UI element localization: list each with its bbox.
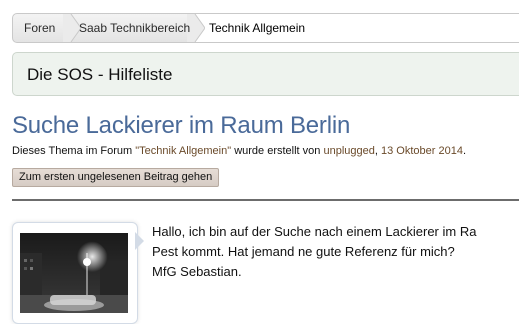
avatar-pointer [135,232,144,250]
post-line: Hallo, ich bin auf der Suche nach einem … [152,224,477,239]
thread-title: Suche Lackierer im Raum Berlin [12,112,351,139]
author-link[interactable]: unplugged [323,145,374,157]
avatar[interactable] [20,233,128,313]
breadcrumb-item-saab-technikbereich[interactable]: Saab Technikbereich [79,14,190,42]
post-line: Pest kommt. Hat jemand ne gute Referenz … [152,244,455,259]
section-title-box: Die SOS - Hilfeliste [12,52,519,96]
section-title: Die SOS - Hilfeliste [27,65,173,84]
first-unread-button[interactable]: Zum ersten ungelesenen Beitrag gehen [12,168,220,187]
thread-meta: Dieses Thema im Forum "Technik Allgemein… [12,145,466,157]
divider [12,199,519,201]
forum-link[interactable]: "Technik Allgemein" [135,145,231,157]
avatar-photo [20,233,128,313]
post-line: MfG Sebastian. [152,264,242,279]
meta-prefix: Dieses Thema im Forum [12,145,136,157]
breadcrumb-item-technik-allgemein[interactable]: Technik Allgemein [209,14,305,42]
breadcrumb-item-foren[interactable]: Foren [24,14,55,42]
meta-end: . [462,145,466,157]
thread-date[interactable]: 13 Oktober 2014 [381,145,463,157]
post-body: Hallo, ich bin auf der Suche nach einem … [152,222,519,282]
breadcrumb: Foren Saab Technikbereich Technik Allgem… [12,13,519,43]
meta-mid: wurde erstellt von [231,145,324,157]
